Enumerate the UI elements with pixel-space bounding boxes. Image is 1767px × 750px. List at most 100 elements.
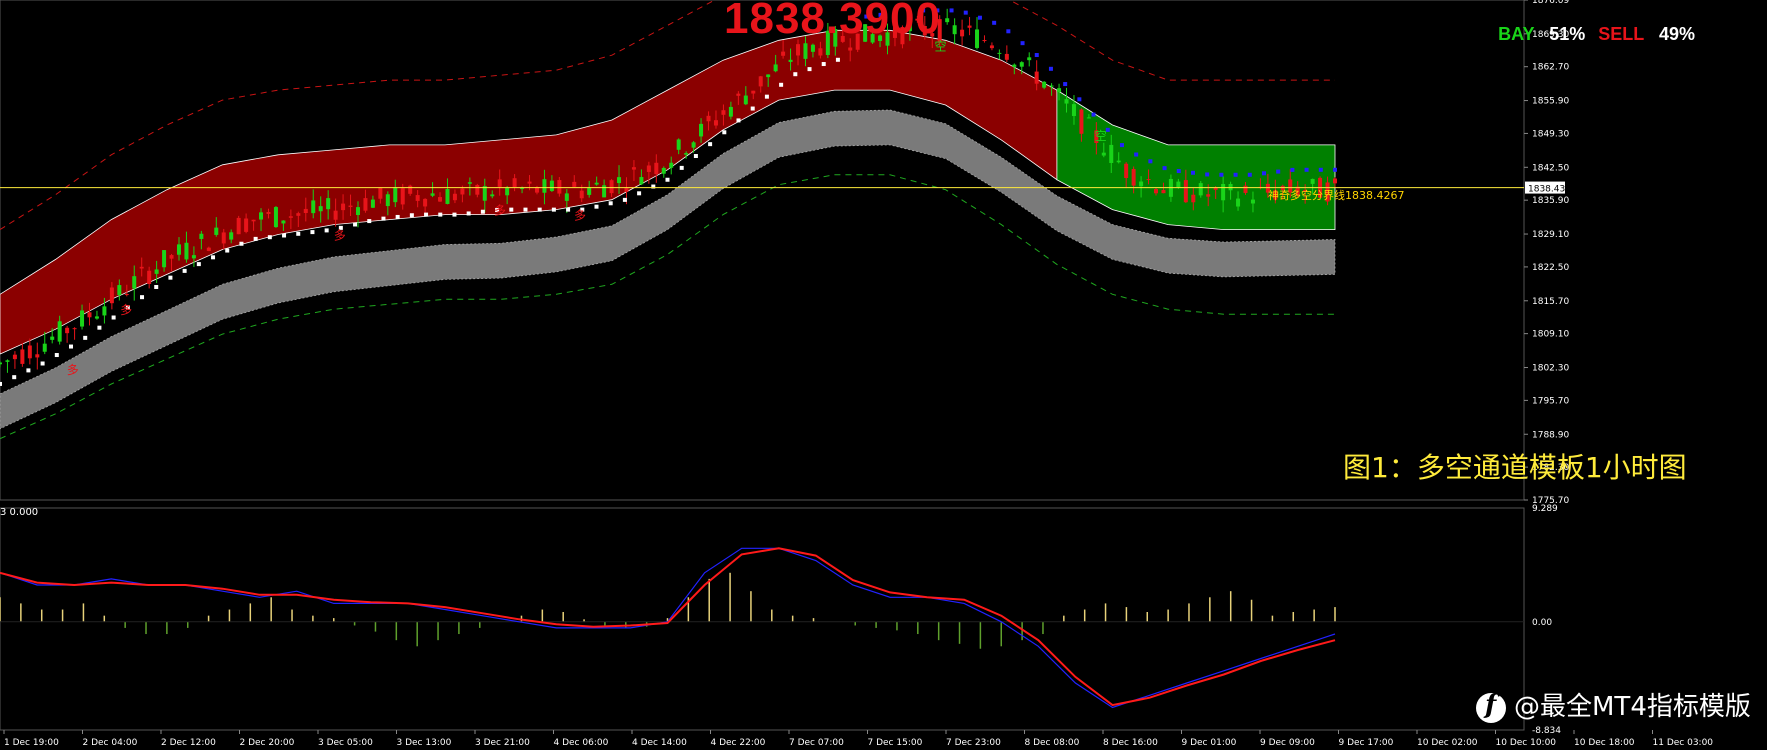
candle-body (1183, 180, 1188, 203)
candle-body (1221, 183, 1226, 201)
candle-body (460, 188, 465, 195)
trailing-stop-dot (835, 57, 840, 62)
candle-body (557, 180, 562, 194)
candle-body (221, 232, 226, 244)
candle-body (475, 184, 480, 195)
candle-body (408, 185, 413, 194)
trailing-stop-dot (1077, 97, 1082, 102)
x-axis: 1 Dec 19:00 2 Dec 04:00 2 Dec 12:00 2 Dec 2… (3, 730, 1713, 748)
trailing-stop-dot (1233, 172, 1238, 177)
trailing-stop-dot (1162, 166, 1167, 171)
candle-body (497, 179, 502, 187)
y-tick-label: 1849.30 (1532, 129, 1569, 139)
candle-body (654, 162, 659, 175)
candle-body (676, 139, 681, 150)
trailing-stop-dot (154, 284, 159, 289)
candle-body (602, 185, 607, 198)
candle-body (945, 18, 950, 23)
trailing-stop-dot (708, 142, 713, 147)
candle-body (452, 193, 457, 201)
candle-body (1012, 64, 1017, 67)
candle-body (975, 29, 980, 48)
candle-body (669, 162, 674, 168)
candle-body (42, 343, 47, 352)
candle-body (1333, 178, 1337, 184)
x-tick-label: 7 Dec 23:00 (946, 738, 1001, 748)
candle-body (214, 227, 219, 235)
candle-body (12, 354, 17, 360)
x-tick-label: 2 Dec 04:00 (83, 738, 138, 748)
candle-body (1027, 57, 1032, 61)
trailing-stop-dot (40, 361, 45, 366)
bull-signal-mark: 多 (67, 363, 79, 377)
trailing-stop-dot (665, 177, 670, 182)
trailing-stop-dot (0, 381, 2, 386)
candle-body (579, 190, 584, 199)
y-tick-label: 1815.70 (1532, 297, 1569, 307)
trailing-stop-dot (608, 201, 613, 206)
candle-body (400, 188, 405, 205)
trailing-stop-dot (764, 94, 769, 99)
watermark-text: @最全MT4指标模版 (1514, 692, 1751, 722)
trailing-stop-dot (722, 130, 727, 135)
candle-body (288, 216, 293, 218)
trailing-stop-dot (97, 325, 102, 330)
candle-body (1071, 104, 1076, 117)
candle-body (505, 187, 510, 196)
trailing-stop-dot (26, 368, 31, 373)
candle-body (229, 232, 234, 240)
trailing-stop-dot (225, 248, 230, 253)
trailing-stop-dot (480, 209, 485, 214)
trailing-stop-dot (736, 118, 741, 123)
osc-tick-label: 9.289 (1532, 504, 1558, 514)
trailing-stop-dot (296, 231, 301, 236)
x-tick-label: 8 Dec 16:00 (1103, 738, 1158, 748)
sell-percent: 49% (1658, 24, 1695, 44)
candle-body (1198, 183, 1203, 196)
candle-body (1176, 181, 1181, 188)
candle-body (273, 207, 278, 228)
candle-body (415, 195, 420, 201)
oscillator-label: 3 0.000 (0, 507, 39, 518)
x-tick-label: 1 Dec 19:00 (4, 738, 59, 748)
candle-body (564, 193, 569, 201)
bull-signal-mark: 多 (334, 229, 346, 243)
candle-body (35, 354, 40, 358)
trailing-stop-dot (1276, 169, 1281, 174)
candle-body (982, 40, 987, 42)
trailing-stop-dot (594, 204, 599, 209)
trailing-stop-dot (367, 219, 372, 224)
candle-body (132, 276, 137, 289)
candle-body (691, 142, 696, 148)
trailing-stop-dot (1034, 53, 1039, 58)
trailing-stop-dot (196, 262, 201, 267)
trailing-stop-dot (622, 197, 627, 202)
candle-body (527, 181, 532, 184)
candle-body (57, 321, 62, 342)
price-chart[interactable]: 1876.091869.301862.701855.901849.301842.… (0, 0, 1767, 750)
candle-body (370, 199, 375, 208)
candle-body (781, 51, 786, 56)
candle-body (423, 198, 428, 207)
candle-body (1109, 144, 1114, 163)
candle-body (117, 285, 122, 296)
trailing-stop-dot (111, 315, 116, 320)
candle-body (1101, 152, 1106, 156)
candle-body (721, 110, 726, 115)
y-tick-label: 1788.90 (1532, 430, 1569, 440)
y-tick-label: 1876.09 (1532, 0, 1569, 6)
oscillator-main-line (0, 547, 1336, 709)
candle-body (960, 29, 965, 37)
candle-body (1154, 189, 1159, 194)
bear-signal-mark: 空 (1095, 129, 1107, 143)
trailing-stop-dot (424, 212, 429, 217)
candle-body (542, 179, 547, 193)
candle-body (1124, 163, 1129, 178)
y-tick-label: 1855.90 (1532, 97, 1569, 107)
candle-body (631, 167, 636, 170)
x-tick-label: 10 Dec 10:00 (1496, 738, 1557, 748)
candle-body (266, 212, 271, 214)
candle-body (236, 217, 241, 235)
candle-body (378, 187, 383, 199)
candle-body (139, 266, 144, 269)
